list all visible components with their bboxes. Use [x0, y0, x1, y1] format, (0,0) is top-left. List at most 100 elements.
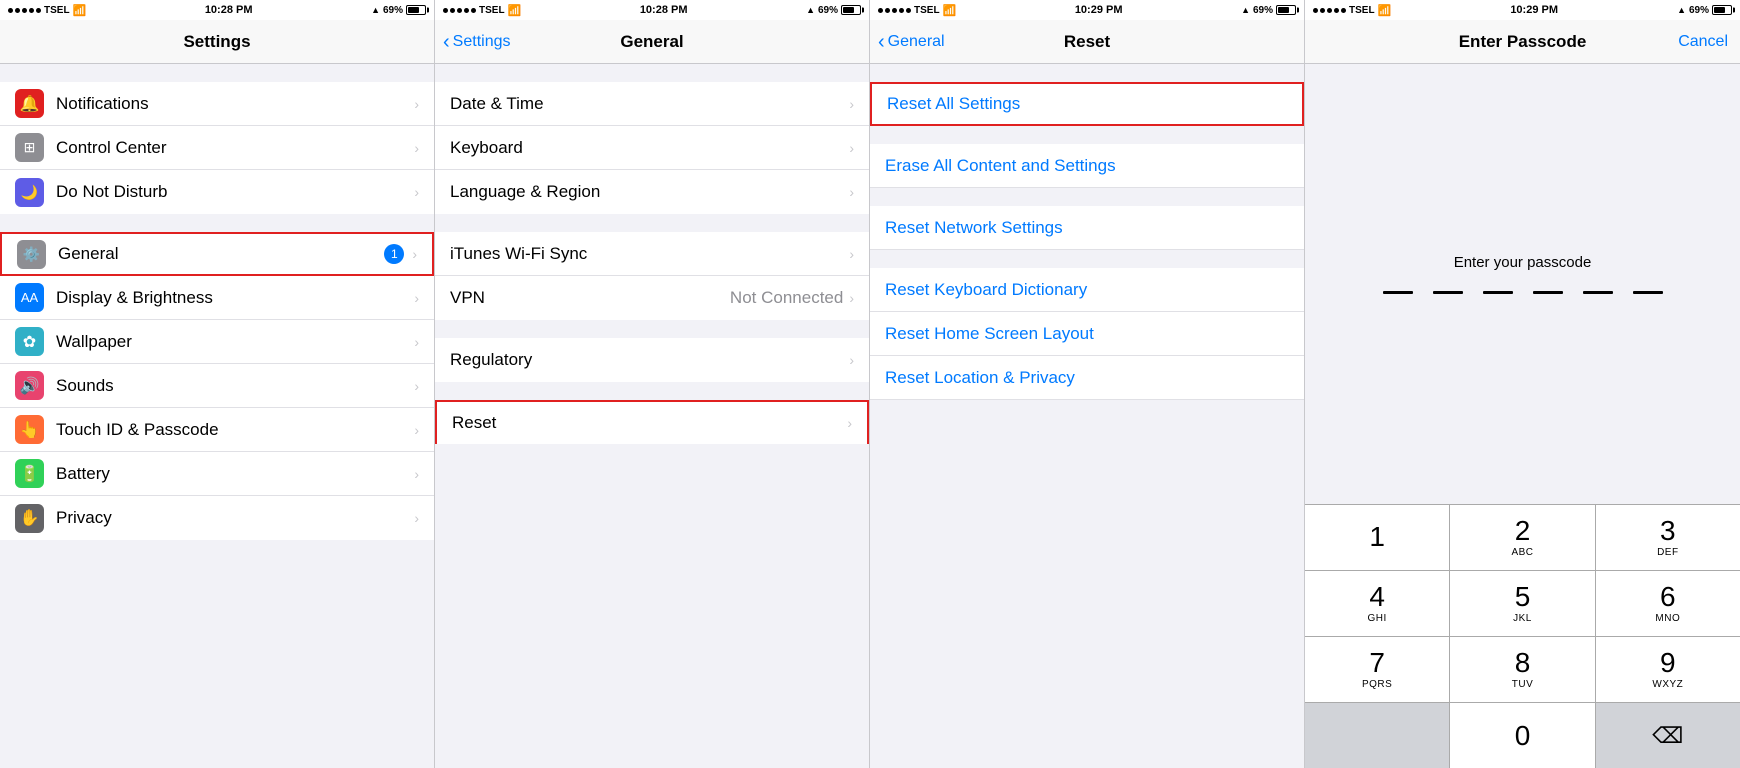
display-item[interactable]: AA Display & Brightness › — [0, 276, 434, 320]
chevron-cc: › — [414, 140, 419, 156]
section-itunes: iTunes Wi-Fi Sync › VPN Not Connected › — [435, 232, 869, 320]
network-reset-item[interactable]: Reset Network Settings — [870, 206, 1304, 250]
notifications-item[interactable]: 🔔 Notifications › — [0, 82, 434, 126]
general-item[interactable]: ⚙️ General 1 › — [0, 232, 434, 276]
nav-back-3[interactable]: ‹ General — [878, 32, 945, 52]
spacer-r4 — [870, 250, 1304, 268]
dnd-item[interactable]: 🌙 Do Not Disturb › — [0, 170, 434, 214]
chevron-wallpaper: › — [414, 334, 419, 350]
time-1: 10:28 PM — [205, 4, 253, 16]
battery-pct-4: 69% — [1689, 5, 1709, 16]
key-1[interactable]: 1 — [1305, 505, 1450, 570]
keyboard-dict-label: Reset Keyboard Dictionary — [885, 280, 1087, 300]
carrier-4: TSEL — [1349, 5, 1375, 16]
keypad-row-2: 4 GHI 5 JKL 6 MNO — [1305, 570, 1740, 636]
chevron-vpn: › — [849, 290, 854, 306]
erase-item[interactable]: Erase All Content and Settings — [870, 144, 1304, 188]
itunes-item[interactable]: iTunes Wi-Fi Sync › — [435, 232, 869, 276]
dot-3 — [1483, 291, 1513, 294]
section-other-resets: Reset Keyboard Dictionary Reset Home Scr… — [870, 268, 1304, 400]
touchid-item[interactable]: 👆 Touch ID & Passcode › — [0, 408, 434, 452]
key-5[interactable]: 5 JKL — [1450, 571, 1595, 636]
status-left-2: TSEL 📶 — [443, 4, 521, 17]
settings-list: 🔔 Notifications › ⊞ Control Center › 🌙 D… — [0, 64, 434, 768]
lang-region-item[interactable]: Language & Region › — [435, 170, 869, 214]
section-erase: Erase All Content and Settings — [870, 144, 1304, 188]
nav-title-3: Reset — [1064, 32, 1110, 52]
wifi-icon-4: 📶 — [1378, 4, 1392, 17]
keypad-row-4: 0 ⌫ — [1305, 702, 1740, 768]
home-screen-label: Reset Home Screen Layout — [885, 324, 1094, 344]
battery-pct-2: 69% — [818, 5, 838, 16]
time-2: 10:28 PM — [640, 4, 688, 16]
chevron-itunes: › — [849, 246, 854, 262]
general-panel: TSEL 📶 10:28 PM ▲ 69% ‹ Settings General… — [435, 0, 870, 768]
battery-icon-1 — [406, 5, 426, 15]
home-screen-item[interactable]: Reset Home Screen Layout — [870, 312, 1304, 356]
settings-panel: TSEL 📶 10:28 PM ▲ 69% Settings 🔔 Notific… — [0, 0, 435, 768]
nav-bar-2: ‹ Settings General — [435, 20, 869, 64]
status-right-1: ▲ 69% — [371, 5, 426, 16]
status-left-1: TSEL 📶 — [8, 4, 86, 17]
lang-region-label: Language & Region — [450, 182, 849, 202]
location-privacy-item[interactable]: Reset Location & Privacy — [870, 356, 1304, 400]
reset-link-item[interactable]: Reset › — [435, 400, 869, 444]
dot-5 — [1583, 291, 1613, 294]
signal-dots-2 — [443, 8, 476, 13]
keyboard-dict-item[interactable]: Reset Keyboard Dictionary — [870, 268, 1304, 312]
vpn-item[interactable]: VPN Not Connected › — [435, 276, 869, 320]
section-notifications: 🔔 Notifications › ⊞ Control Center › 🌙 D… — [0, 82, 434, 214]
sounds-item[interactable]: 🔊 Sounds › — [0, 364, 434, 408]
reset-all-item[interactable]: Reset All Settings — [870, 82, 1304, 126]
battery-label: Battery — [56, 464, 414, 484]
privacy-item[interactable]: ✋ Privacy › — [0, 496, 434, 540]
chevron-reset: › — [847, 415, 852, 431]
section-network-reset: Reset Network Settings — [870, 206, 1304, 250]
dnd-label: Do Not Disturb — [56, 182, 414, 202]
reset-panel: TSEL 📶 10:29 PM ▲ 69% ‹ General Reset Re… — [870, 0, 1305, 768]
chevron-kb: › — [849, 140, 854, 156]
key-4[interactable]: 4 GHI — [1305, 571, 1450, 636]
date-time-item[interactable]: Date & Time › — [435, 82, 869, 126]
location-icon-2: ▲ — [806, 5, 815, 15]
battery-item[interactable]: 🔋 Battery › — [0, 452, 434, 496]
status-left-4: TSEL 📶 — [1313, 4, 1391, 17]
keypad: 1 2 ABC 3 DEF 4 GHI 5 JKL 6 MNO — [1305, 504, 1740, 768]
nav-bar-1: Settings — [0, 20, 434, 64]
notifications-icon: 🔔 — [15, 89, 44, 118]
spacer-g3 — [435, 320, 869, 338]
battery-tip-4 — [1733, 8, 1735, 13]
key-3-number: 3 — [1660, 517, 1676, 545]
key-7[interactable]: 7 PQRS — [1305, 637, 1450, 702]
control-center-item[interactable]: ⊞ Control Center › — [0, 126, 434, 170]
keyboard-item[interactable]: Keyboard › — [435, 126, 869, 170]
location-privacy-label: Reset Location & Privacy — [885, 368, 1075, 388]
key-8[interactable]: 8 TUV — [1450, 637, 1595, 702]
chevron-dnd: › — [414, 184, 419, 200]
passcode-dots — [1383, 291, 1663, 294]
nav-bar-3: ‹ General Reset — [870, 20, 1304, 64]
battery-fill-2 — [843, 7, 854, 13]
key-3[interactable]: 3 DEF — [1596, 505, 1740, 570]
key-6[interactable]: 6 MNO — [1596, 571, 1740, 636]
battery-item-icon: 🔋 — [15, 459, 44, 488]
spacer-r3 — [870, 188, 1304, 206]
key-0[interactable]: 0 — [1450, 703, 1595, 768]
delete-key[interactable]: ⌫ — [1596, 703, 1740, 768]
carrier-1: TSEL — [44, 5, 70, 16]
regulatory-item[interactable]: Regulatory › — [435, 338, 869, 382]
key-2-number: 2 — [1515, 517, 1531, 545]
chevron-general: › — [412, 246, 417, 262]
chevron-display: › — [414, 290, 419, 306]
cancel-button[interactable]: Cancel — [1678, 33, 1728, 51]
key-9[interactable]: 9 WXYZ — [1596, 637, 1740, 702]
wallpaper-item[interactable]: ✿ Wallpaper › — [0, 320, 434, 364]
spacer-r1 — [870, 64, 1304, 82]
battery-tip-1 — [427, 8, 429, 13]
back-arrow-3: ‹ — [878, 32, 885, 52]
key-2[interactable]: 2 ABC — [1450, 505, 1595, 570]
chevron-sounds: › — [414, 378, 419, 394]
section-reset-link: Reset › — [435, 400, 869, 444]
signal-dots-4 — [1313, 8, 1346, 13]
nav-back-2[interactable]: ‹ Settings — [443, 32, 510, 52]
